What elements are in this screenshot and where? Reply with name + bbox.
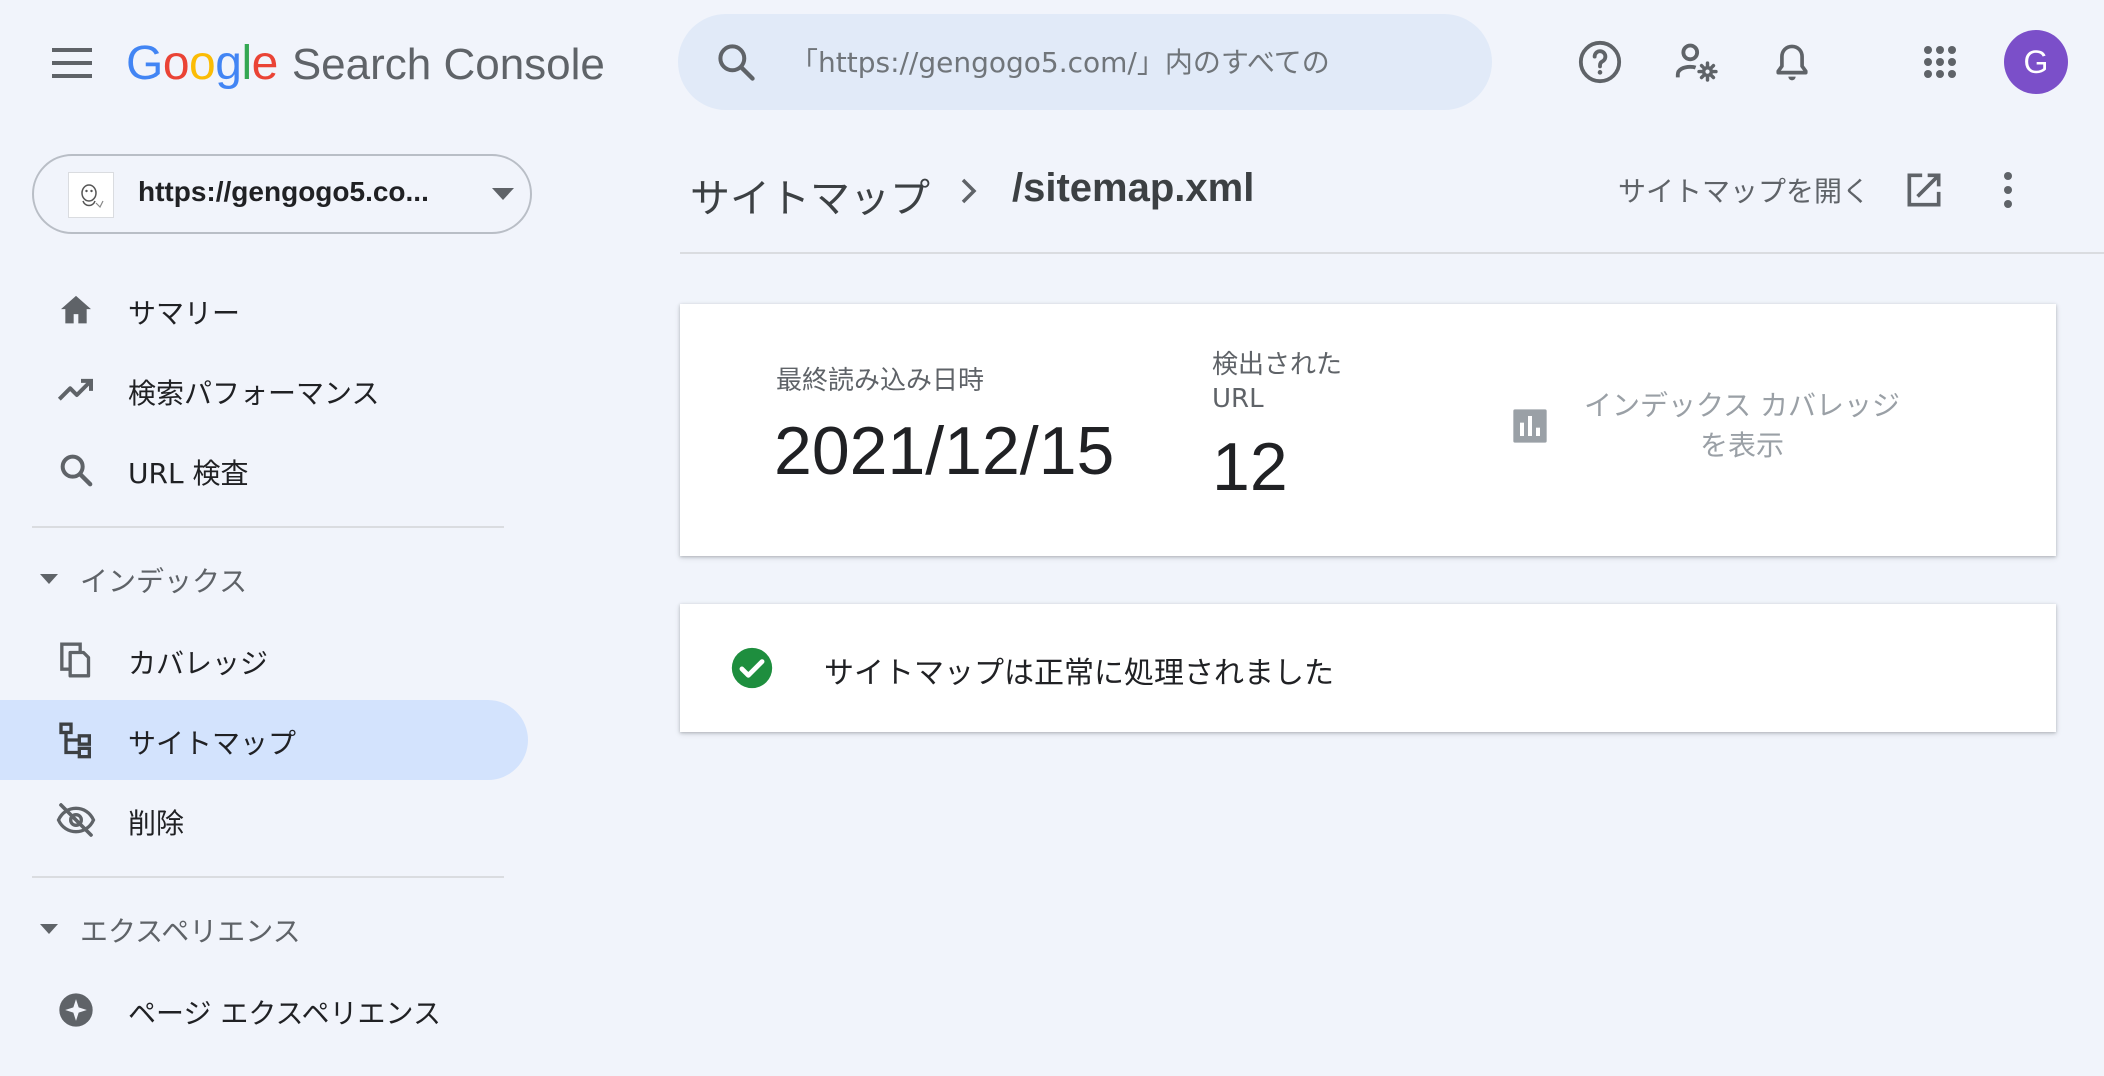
open-sitemap-label: サイトマップを開く [1618,175,1871,208]
sidebar-item-sitemaps[interactable]: サイトマップ [0,700,528,780]
menu-icon [52,48,92,78]
site-favicon [68,172,114,218]
breadcrumb-parent-link[interactable]: サイトマップ [690,166,930,224]
sidebar-item-label: サマリー [128,297,241,330]
sidebar-item-label: 削除 [128,807,185,840]
search-icon [60,454,93,487]
last-read-value: 2021/12/15 [774,413,1115,489]
notifications-icon [1776,44,1808,81]
more-options-button[interactable] [1990,164,2026,216]
page-experience-icon [59,993,93,1027]
product-name: Search Console [291,40,605,89]
sidebar-item-url-inspection[interactable]: URL 検査 [0,430,528,510]
discovered-urls-value: 12 [1212,429,1288,505]
sidebar-item-label: サイトマップ [128,727,297,760]
help-button[interactable] [1568,30,1632,94]
sidebar-item-performance[interactable]: 検索パフォーマンス [0,350,528,430]
search-bar[interactable] [678,14,1492,110]
sidebar-item-removals[interactable]: 削除 [0,780,528,860]
sidebar-item-coverage[interactable]: カバレッジ [0,620,528,700]
bar-chart-icon [1513,409,1547,443]
page-title: /sitemap.xml [1012,166,1255,210]
property-url: https://gengogo5.co... [138,176,429,207]
search-input[interactable] [788,36,1468,88]
sidebar-item-page-experience[interactable]: ページ エクスペリエンス [0,970,528,1050]
collapse-arrow-icon [40,574,58,584]
account-avatar[interactable]: G [2004,30,2068,94]
last-read-label: 最終読み込み日時 [776,366,985,396]
section-label: エクスペリエンス [80,915,301,948]
section-label: インデックス [80,565,248,598]
sidebar-item-summary[interactable]: サマリー [0,270,528,350]
discovered-urls-label: 検出された URL [1212,350,1343,414]
view-index-coverage-label: インデックス カバレッジを表示 [1583,389,1901,462]
copy-icon [60,642,91,678]
sidebar-item-label: カバレッジ [128,647,269,680]
sidebar-item-label: URL 検査 [128,457,249,490]
google-wordmark: Google [126,37,278,90]
sidebar-divider [32,526,504,528]
home-icon [61,295,91,324]
sitemap-icon [59,722,92,759]
check-circle-icon [731,647,773,689]
collapse-arrow-icon [40,924,58,934]
sidebar-item-label: ページ エクスペリエンス [128,997,441,1030]
chevron-right-icon [961,178,977,204]
property-selector[interactable]: https://gengogo5.co... [32,154,532,234]
sidebar-divider [32,876,504,878]
menu-button[interactable] [36,30,108,96]
search-console-logo[interactable]: Google Search Console [126,36,605,92]
status-card: サイトマップは正常に処理されました [680,604,2056,732]
sidebar-item-label: 検索パフォーマンス [128,377,380,410]
top-app-bar: Google Search Console 「https://gengogo5.… [0,0,2104,128]
header-divider [680,252,2104,254]
sitemap-details-card: 最終読み込み日時 2021/12/15 検出された URL 12 インデックス … [680,304,2056,556]
help-icon [1578,40,1622,84]
dropdown-arrow-icon [492,188,514,200]
more-vert-icon [2004,172,2012,208]
apps-button[interactable] [1908,30,1972,94]
search-icon [718,44,755,81]
manage-users-button[interactable] [1664,30,1728,94]
view-index-coverage-link[interactable]: インデックス カバレッジを表示 [1510,386,1930,476]
open-in-new-icon [1907,173,1941,207]
notifications-button[interactable] [1760,30,1824,94]
visibility-off-icon [56,803,96,837]
manage-users-icon [1675,43,1718,82]
trending-up-icon [57,378,93,401]
apps-icon [1924,46,1956,78]
status-message: サイトマップは正常に処理されました [824,656,1334,691]
